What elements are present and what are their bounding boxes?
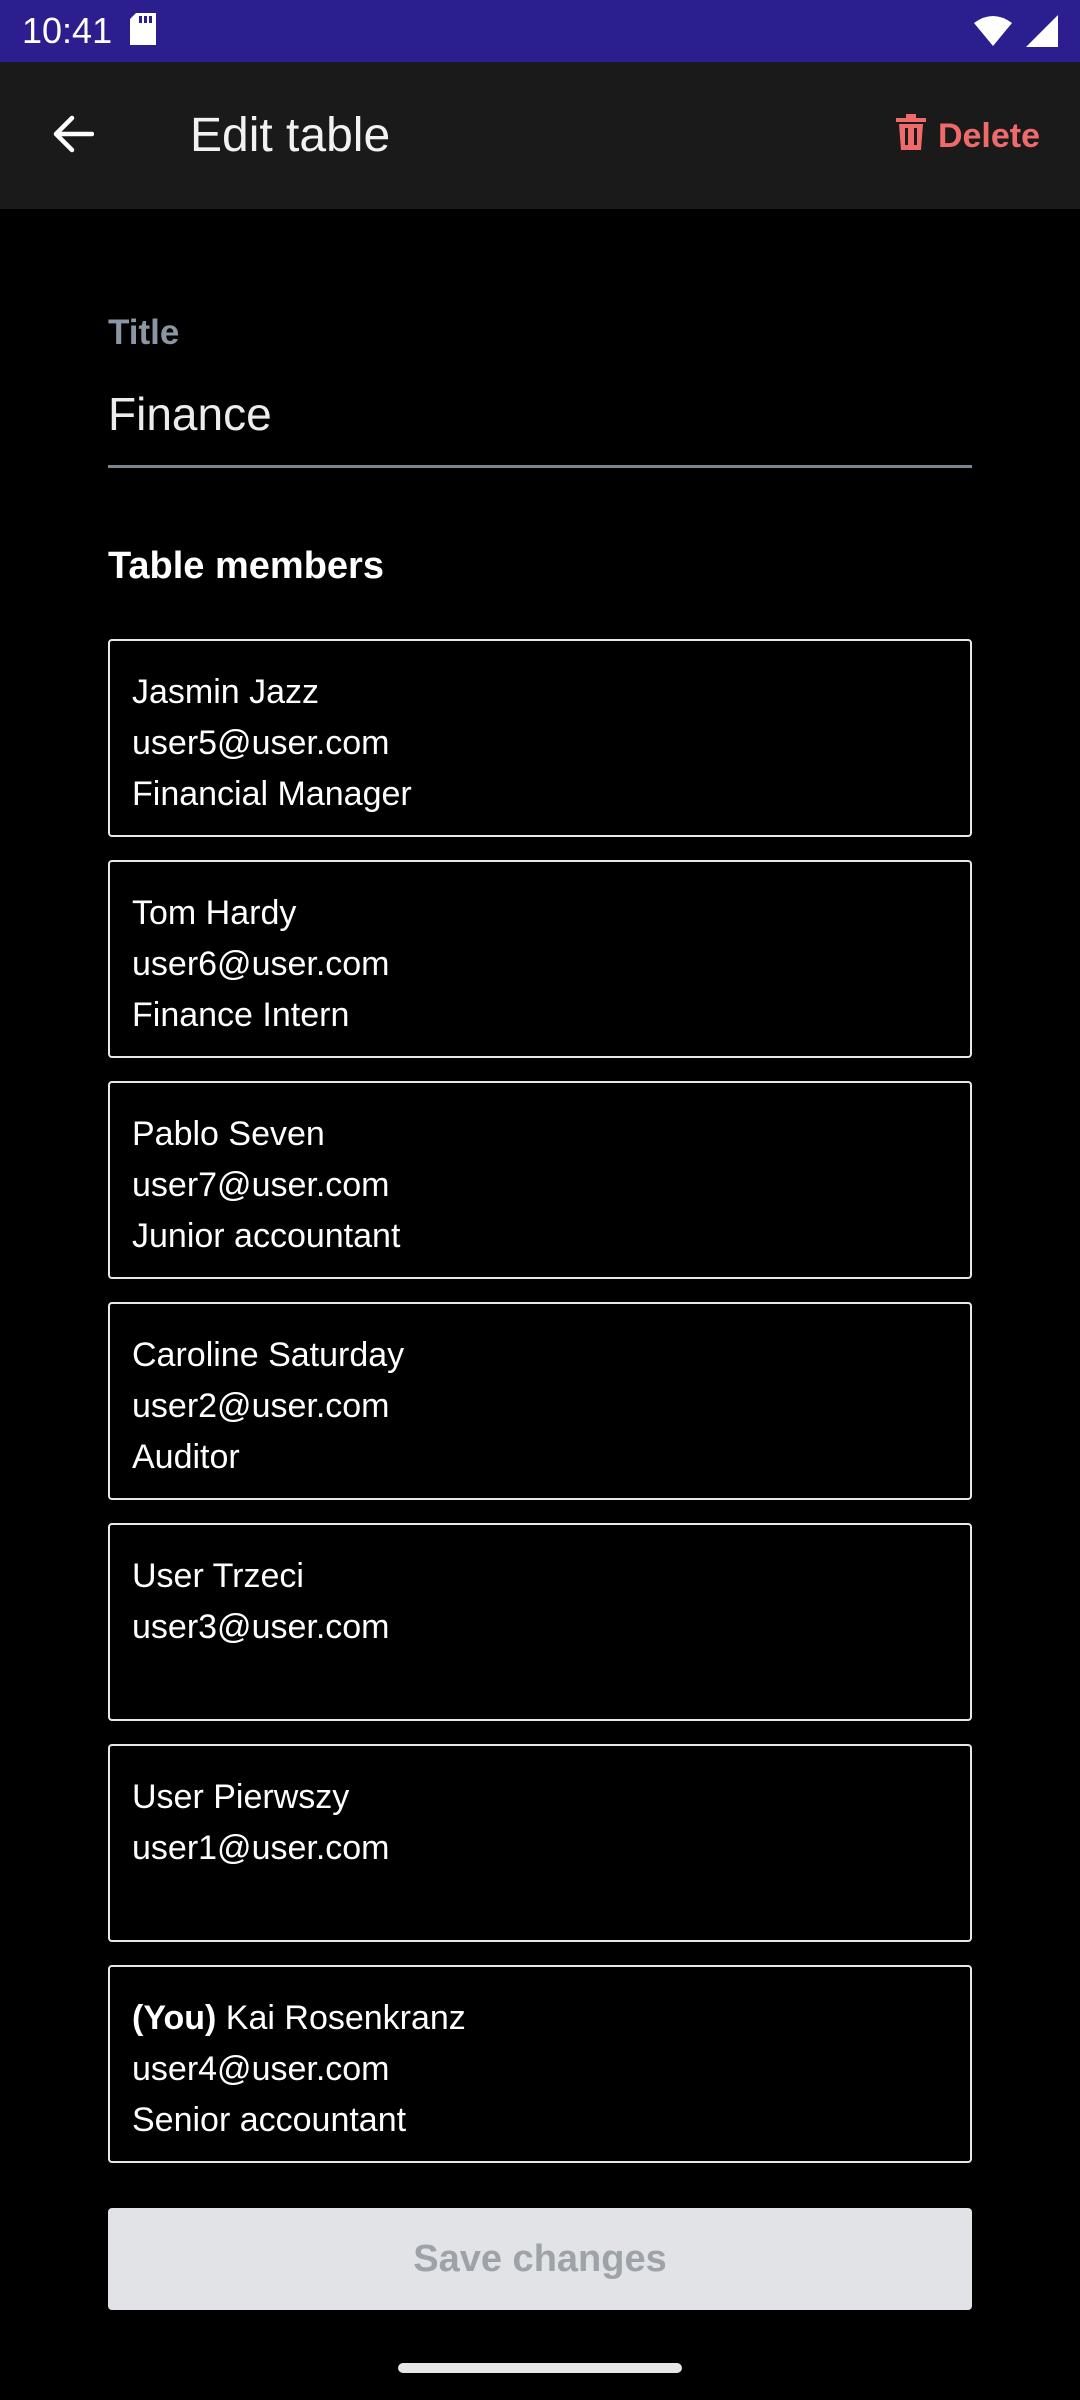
you-tag: (You) xyxy=(132,1999,217,2037)
members-list: Jasmin Jazz user5@user.com Financial Man… xyxy=(108,639,972,2186)
member-name: Caroline Saturday xyxy=(132,1336,405,1374)
title-label: Title xyxy=(108,313,180,352)
title-input-underline xyxy=(108,465,972,468)
member-name: Kai Rosenkranz xyxy=(225,1999,466,2037)
member-email: user2@user.com xyxy=(132,1387,390,1425)
member-card[interactable]: User Pierwszy user1@user.com xyxy=(108,1744,972,1942)
member-name-line: (You) Kai Rosenkranz xyxy=(132,1993,948,2044)
member-email: user7@user.com xyxy=(132,1166,390,1204)
member-email: user3@user.com xyxy=(132,1608,390,1646)
member-name: Pablo Seven xyxy=(132,1115,325,1153)
member-role: Auditor xyxy=(132,1438,240,1476)
members-heading: Table members xyxy=(108,545,384,587)
member-role: Senior accountant xyxy=(132,2101,407,2139)
wifi-icon xyxy=(974,16,1012,46)
member-name: User Pierwszy xyxy=(132,1778,350,1816)
member-card[interactable]: Pablo Seven user7@user.com Junior accoun… xyxy=(108,1081,972,1279)
member-email: user5@user.com xyxy=(132,724,390,762)
member-role: Finance Intern xyxy=(132,996,350,1034)
member-card-current-user[interactable]: (You) Kai Rosenkranz user4@user.com Seni… xyxy=(108,1965,972,2163)
member-name: Tom Hardy xyxy=(132,894,297,932)
member-role: Junior accountant xyxy=(132,1217,401,1255)
member-card[interactable]: Caroline Saturday user2@user.com Auditor xyxy=(108,1302,972,1500)
member-card[interactable]: User Trzeci user3@user.com xyxy=(108,1523,972,1721)
member-role: Financial Manager xyxy=(132,775,412,813)
status-time: 10:41 xyxy=(22,10,113,51)
arrow-back-icon xyxy=(50,114,95,159)
member-name: Jasmin Jazz xyxy=(132,673,320,711)
member-card[interactable]: Jasmin Jazz user5@user.com Financial Man… xyxy=(108,639,972,837)
trash-icon xyxy=(895,114,926,159)
back-button[interactable] xyxy=(40,104,104,168)
title-input[interactable] xyxy=(108,384,972,444)
status-bar: 10:41 xyxy=(0,0,1080,62)
member-card[interactable]: Tom Hardy user6@user.com Finance Intern xyxy=(108,860,972,1058)
status-left: 10:41 xyxy=(22,10,157,52)
app-bar: Edit table Delete xyxy=(0,62,1080,209)
page-title: Edit table xyxy=(190,109,391,162)
member-email: user1@user.com xyxy=(132,1829,390,1867)
delete-button[interactable]: Delete xyxy=(895,114,1040,159)
member-email: user4@user.com xyxy=(132,2050,390,2088)
member-email: user6@user.com xyxy=(132,945,390,983)
delete-label: Delete xyxy=(937,117,1040,155)
save-changes-button[interactable]: Save changes xyxy=(108,2208,972,2310)
sd-card-icon xyxy=(130,12,157,50)
member-name: User Trzeci xyxy=(132,1557,304,1595)
cell-signal-icon xyxy=(1026,15,1058,47)
status-right xyxy=(974,15,1058,47)
home-indicator[interactable] xyxy=(398,2363,682,2373)
